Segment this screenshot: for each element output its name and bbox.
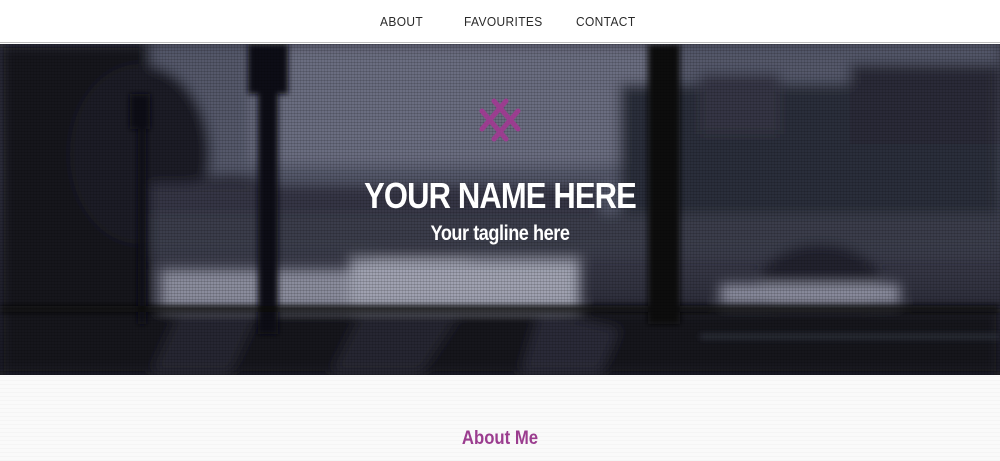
about-section: About Me [0,375,1000,461]
top-navbar: ABOUT FAVOURITES CONTACT [0,0,1000,43]
nav-link-contact[interactable]: CONTACT [576,14,635,29]
nav-link-favourites[interactable]: FAVOURITES [464,14,543,29]
nav-link-about[interactable]: ABOUT [380,14,423,29]
hero-title: YOUR NAME HERE [364,175,637,216]
hero-banner: YOUR NAME HERE Your tagline here [0,44,1000,375]
crosshatch-logo-icon [479,98,521,142]
about-heading: About Me [461,428,539,449]
hero-tagline: Your tagline here [430,222,570,245]
